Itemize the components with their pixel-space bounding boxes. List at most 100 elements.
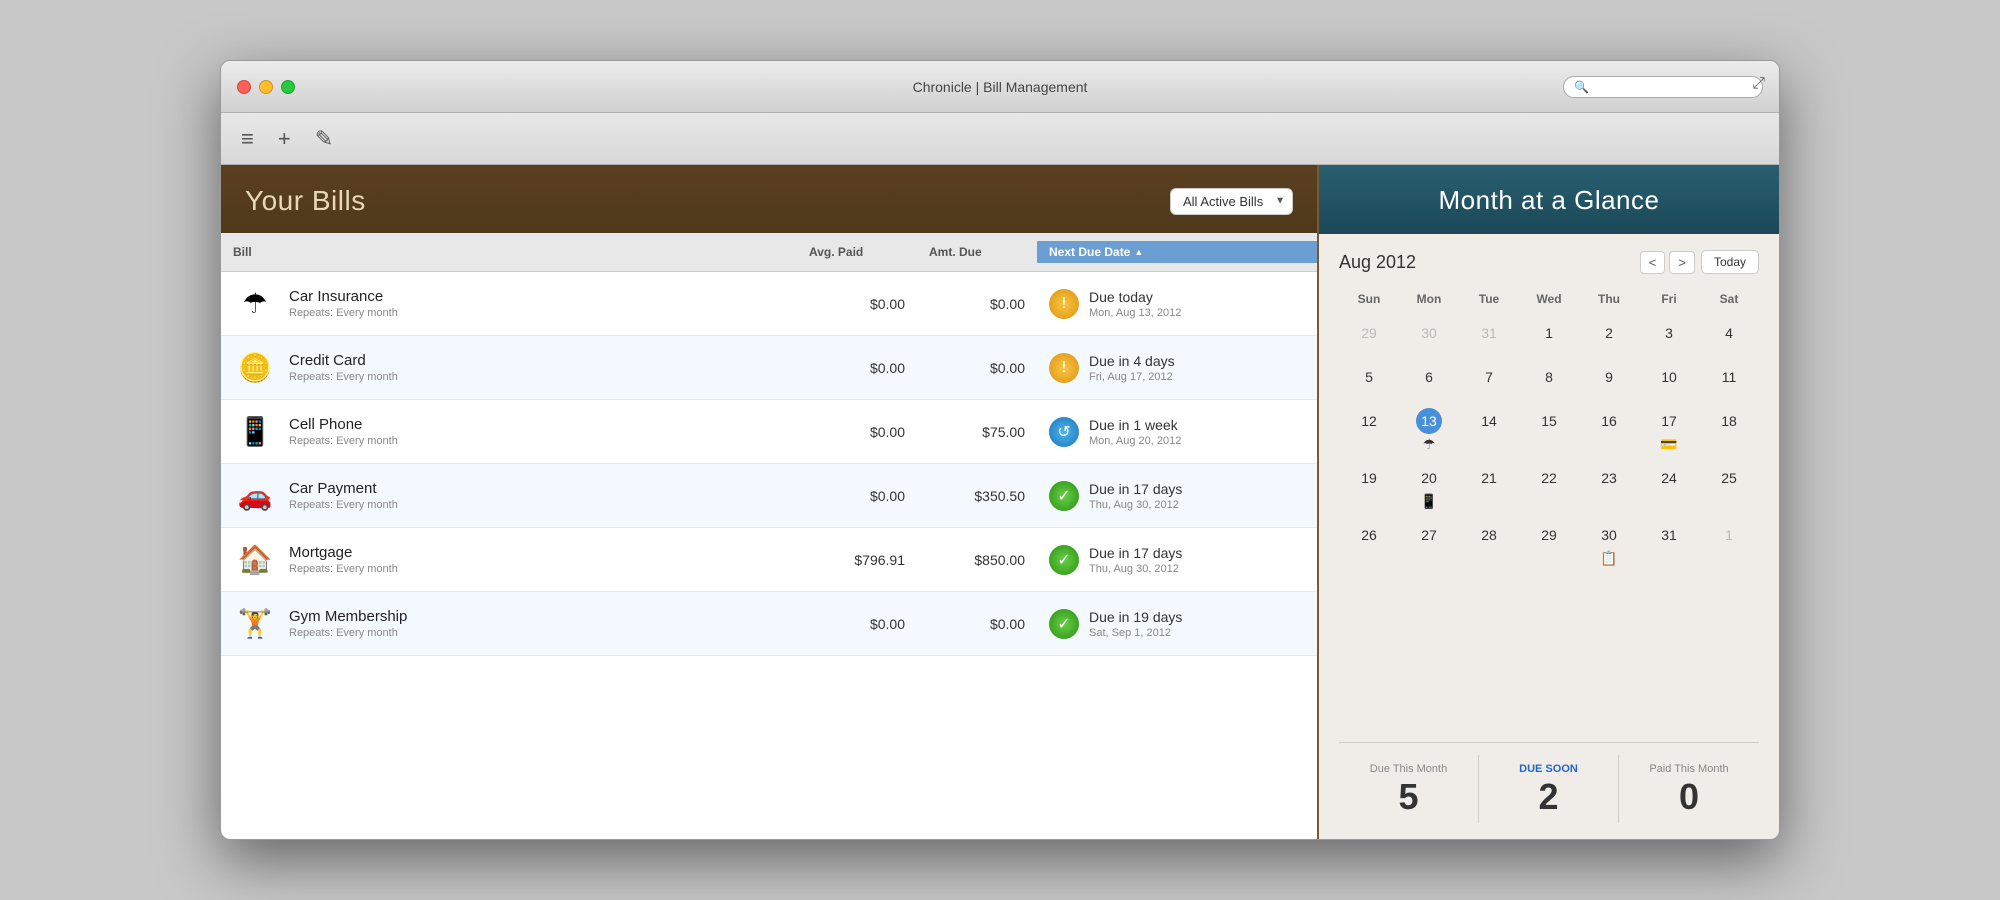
calendar-day[interactable]: 30📋 bbox=[1579, 516, 1639, 573]
table-row[interactable]: 🪙 Credit Card Repeats: Every month $0.00… bbox=[221, 336, 1317, 400]
day-number: 1 bbox=[1716, 522, 1742, 548]
calendar-day[interactable]: 15 bbox=[1519, 402, 1579, 459]
cal-next-button[interactable]: > bbox=[1669, 251, 1695, 274]
calendar-body: Aug 2012 < > Today SunMonTueWedThuFriSat… bbox=[1319, 234, 1779, 839]
bills-header: Your Bills All Active Bills Paid Bills A… bbox=[221, 165, 1317, 233]
calendar-day[interactable]: 29 bbox=[1519, 516, 1579, 573]
filter-container[interactable]: All Active Bills Paid Bills All Bills ▼ bbox=[1170, 188, 1293, 215]
list-icon[interactable]: ≡ bbox=[241, 126, 254, 152]
day-number: 2 bbox=[1596, 320, 1622, 346]
table-row[interactable]: 🚗 Car Payment Repeats: Every month $0.00… bbox=[221, 464, 1317, 528]
calendar-day[interactable]: 8 bbox=[1519, 358, 1579, 402]
calendar-day[interactable]: 22 bbox=[1519, 459, 1579, 516]
due-sub: Mon, Aug 20, 2012 bbox=[1089, 435, 1181, 447]
bills-title: Your Bills bbox=[245, 185, 366, 217]
due-sub: Fri, Aug 17, 2012 bbox=[1089, 371, 1175, 383]
calendar-day[interactable]: 6 bbox=[1399, 358, 1459, 402]
amt-due-cell: $0.00 bbox=[917, 352, 1037, 384]
search-input[interactable] bbox=[1593, 80, 1752, 94]
calendar-day[interactable]: 29 bbox=[1339, 314, 1399, 358]
calendar-day[interactable]: 27 bbox=[1399, 516, 1459, 573]
calendar-day[interactable]: 12 bbox=[1339, 402, 1399, 459]
close-button[interactable] bbox=[237, 80, 251, 94]
due-soon-value: 2 bbox=[1483, 779, 1614, 815]
calendar-dow: Sun bbox=[1339, 288, 1399, 314]
avg-paid-cell: $0.00 bbox=[797, 416, 917, 448]
calendar-day[interactable]: 7 bbox=[1459, 358, 1519, 402]
calendar-day[interactable]: 28 bbox=[1459, 516, 1519, 573]
cal-prev-button[interactable]: < bbox=[1640, 251, 1666, 274]
calendar-day[interactable]: 1 bbox=[1699, 516, 1759, 573]
col-next-due[interactable]: Next Due Date bbox=[1037, 241, 1317, 263]
table-row[interactable]: 🏠 Mortgage Repeats: Every month $796.91 … bbox=[221, 528, 1317, 592]
due-main: Due in 19 days bbox=[1089, 609, 1182, 625]
due-cell: ! Due in 4 days Fri, Aug 17, 2012 bbox=[1037, 345, 1317, 391]
add-icon[interactable]: + bbox=[278, 126, 291, 152]
calendar-day[interactable]: 16 bbox=[1579, 402, 1639, 459]
due-text: Due today Mon, Aug 13, 2012 bbox=[1089, 289, 1181, 319]
calendar-day[interactable]: 4 bbox=[1699, 314, 1759, 358]
avg-paid-cell: $0.00 bbox=[797, 352, 917, 384]
calendar-day[interactable]: 31 bbox=[1639, 516, 1699, 573]
due-sub: Thu, Aug 30, 2012 bbox=[1089, 499, 1182, 511]
calendar-day[interactable]: 19 bbox=[1339, 459, 1399, 516]
due-cell: ✓ Due in 19 days Sat, Sep 1, 2012 bbox=[1037, 601, 1317, 647]
calendar-day[interactable]: 13☂ bbox=[1399, 402, 1459, 459]
day-number: 31 bbox=[1476, 320, 1502, 346]
table-row[interactable]: ☂ Car Insurance Repeats: Every month $0.… bbox=[221, 272, 1317, 336]
filter-dropdown[interactable]: All Active Bills Paid Bills All Bills bbox=[1170, 188, 1293, 215]
calendar-day[interactable]: 14 bbox=[1459, 402, 1519, 459]
calendar-day[interactable]: 26 bbox=[1339, 516, 1399, 573]
day-number: 15 bbox=[1536, 408, 1562, 434]
bill-icon: 🚗 bbox=[233, 474, 277, 518]
due-sub: Mon, Aug 13, 2012 bbox=[1089, 307, 1181, 319]
due-sub: Thu, Aug 30, 2012 bbox=[1089, 563, 1182, 575]
minimize-button[interactable] bbox=[259, 80, 273, 94]
calendar-day[interactable]: 24 bbox=[1639, 459, 1699, 516]
bill-info: Car Insurance Repeats: Every month bbox=[289, 288, 398, 319]
table-row[interactable]: 📱 Cell Phone Repeats: Every month $0.00 … bbox=[221, 400, 1317, 464]
amt-due-cell: $0.00 bbox=[917, 608, 1037, 640]
calendar-day[interactable]: 25 bbox=[1699, 459, 1759, 516]
cal-today-button[interactable]: Today bbox=[1701, 250, 1759, 274]
day-bill-icon: 💳 bbox=[1660, 436, 1677, 453]
bill-info: Cell Phone Repeats: Every month bbox=[289, 416, 398, 447]
calendar-day[interactable]: 20📱 bbox=[1399, 459, 1459, 516]
bill-cell: ☂ Car Insurance Repeats: Every month bbox=[221, 274, 797, 334]
calendar-day[interactable]: 11 bbox=[1699, 358, 1759, 402]
calendar-day[interactable]: 31 bbox=[1459, 314, 1519, 358]
calendar-day[interactable]: 17 💳 bbox=[1639, 402, 1699, 459]
day-number: 17 bbox=[1656, 408, 1682, 434]
day-number: 25 bbox=[1716, 465, 1742, 491]
calendar-day[interactable]: 2 bbox=[1579, 314, 1639, 358]
calendar-day[interactable]: 1 bbox=[1519, 314, 1579, 358]
bill-icon: 🏋 bbox=[233, 602, 277, 646]
search-box[interactable]: 🔍 bbox=[1563, 76, 1763, 98]
zoom-button[interactable] bbox=[281, 80, 295, 94]
calendar-day[interactable]: 3 bbox=[1639, 314, 1699, 358]
cal-prev-next: < > bbox=[1640, 251, 1695, 274]
bills-table: Bill Avg. Paid Amt. Due Next Due Date ☂ … bbox=[221, 233, 1317, 839]
calendar-dow: Wed bbox=[1519, 288, 1579, 314]
calendar-day[interactable]: 21 bbox=[1459, 459, 1519, 516]
calendar-summary: Due This Month 5 DUE SOON 2 Paid This Mo… bbox=[1339, 742, 1759, 823]
bill-cell: 🏋 Gym Membership Repeats: Every month bbox=[221, 594, 797, 654]
day-number: 21 bbox=[1476, 465, 1502, 491]
table-row[interactable]: 🏋 Gym Membership Repeats: Every month $0… bbox=[221, 592, 1317, 656]
calendar-day[interactable]: 9 bbox=[1579, 358, 1639, 402]
day-number: 11 bbox=[1716, 364, 1742, 390]
bills-panel: Your Bills All Active Bills Paid Bills A… bbox=[221, 165, 1319, 839]
day-number: 16 bbox=[1596, 408, 1622, 434]
day-bill-icon: 📱 bbox=[1420, 493, 1437, 510]
edit-icon[interactable]: ✎ bbox=[315, 126, 333, 152]
day-number: 5 bbox=[1356, 364, 1382, 390]
calendar-day[interactable]: 18 bbox=[1699, 402, 1759, 459]
day-number: 18 bbox=[1716, 408, 1742, 434]
calendar-day[interactable]: 10 bbox=[1639, 358, 1699, 402]
calendar-day[interactable]: 30 bbox=[1399, 314, 1459, 358]
due-text: Due in 1 week Mon, Aug 20, 2012 bbox=[1089, 417, 1181, 447]
calendar-day[interactable]: 5 bbox=[1339, 358, 1399, 402]
expand-icon[interactable]: ⤢ bbox=[1752, 75, 1765, 93]
calendar-day[interactable]: 23 bbox=[1579, 459, 1639, 516]
due-this-month-value: 5 bbox=[1343, 779, 1474, 815]
